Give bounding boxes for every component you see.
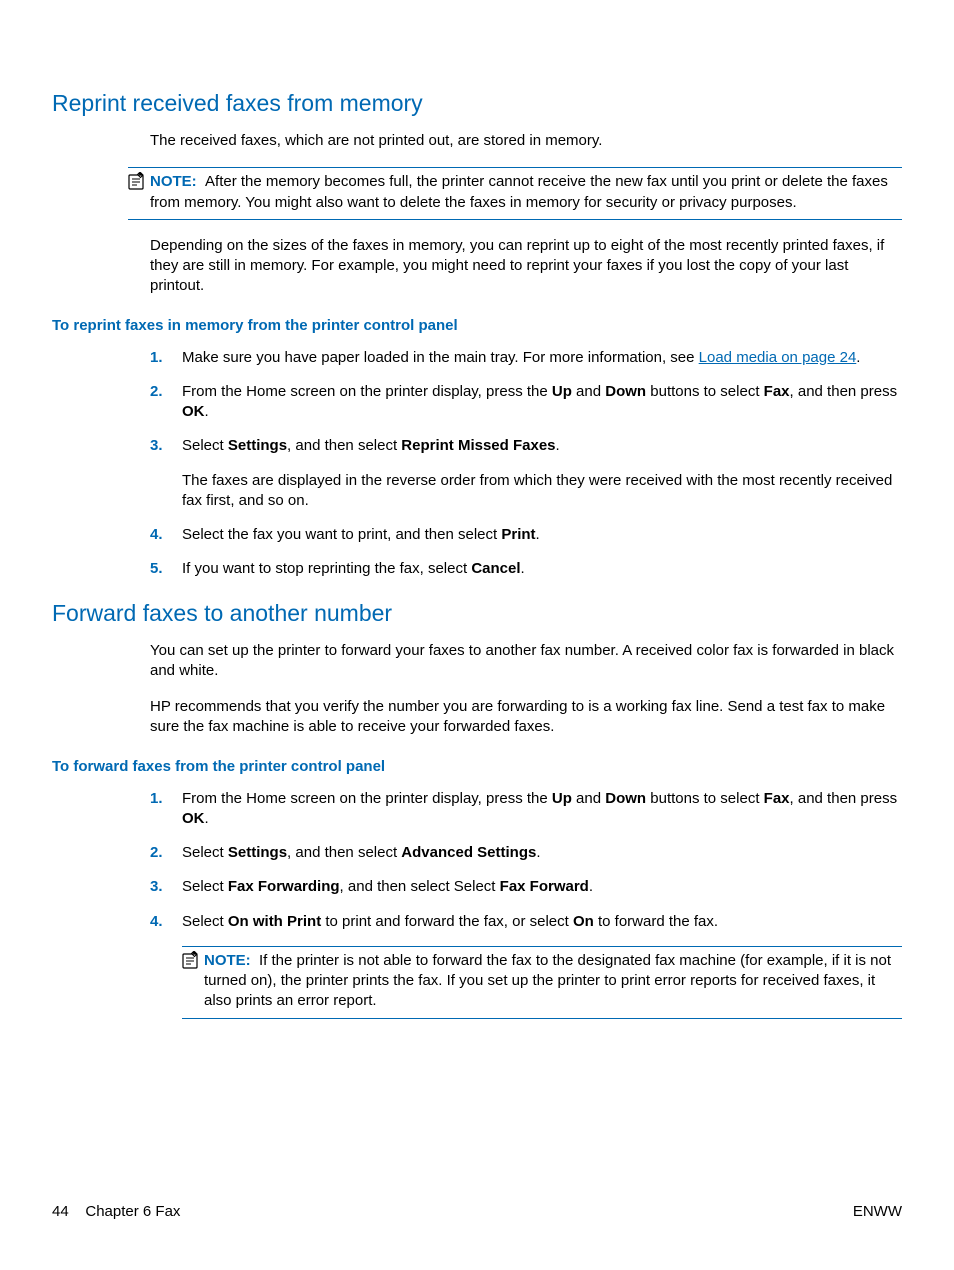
note-icon (182, 951, 200, 969)
subheading-forward: To forward faxes from the printer contro… (52, 758, 902, 775)
subheading-reprint: To reprint faxes in memory from the prin… (52, 317, 902, 334)
note-block-1: NOTE: After the memory becomes full, the… (128, 167, 902, 220)
note-label: NOTE: (204, 952, 251, 969)
heading-reprint: Reprint received faxes from memory (52, 90, 902, 117)
note-text: If the printer is not able to forward th… (204, 952, 891, 1010)
para-intro-1: The received faxes, which are not printe… (52, 131, 902, 151)
para-fwd-2: HP recommends that you verify the number… (52, 697, 902, 738)
step-3: 3. Select Settings, and then select Repr… (52, 436, 902, 511)
document-page: Reprint received faxes from memory The r… (0, 0, 954, 1270)
step-number: 5. (150, 559, 163, 579)
step-3: 3. Select Fax Forwarding, and then selec… (52, 877, 902, 897)
link-load-media[interactable]: Load media on page 24 (699, 349, 857, 366)
note-icon (128, 172, 146, 190)
note-label: NOTE: (150, 173, 197, 190)
step-number: 2. (150, 382, 163, 402)
step-4: 4. Select On with Print to print and for… (52, 912, 902, 1019)
step-5: 5. If you want to stop reprinting the fa… (52, 559, 902, 579)
step-1: 1. Make sure you have paper loaded in th… (52, 348, 902, 368)
heading-forward: Forward faxes to another number (52, 600, 902, 627)
chapter-label: Chapter 6 Fax (85, 1203, 180, 1220)
step-2: 2. Select Settings, and then select Adva… (52, 843, 902, 863)
page-number: 44 (52, 1203, 69, 1220)
step-number: 3. (150, 877, 163, 897)
steps-list-2: 1. From the Home screen on the printer d… (52, 789, 902, 1019)
step-number: 2. (150, 843, 163, 863)
note-block-2: NOTE: If the printer is not able to forw… (182, 946, 902, 1019)
step-number: 4. (150, 525, 163, 545)
step-2: 2. From the Home screen on the printer d… (52, 382, 902, 423)
page-footer: 44 Chapter 6 Fax ENWW (52, 1203, 902, 1220)
footer-right: ENWW (853, 1203, 902, 1220)
step-number: 3. (150, 436, 163, 456)
step-4: 4. Select the fax you want to print, and… (52, 525, 902, 545)
step-number: 4. (150, 912, 163, 932)
para-2: Depending on the sizes of the faxes in m… (52, 236, 902, 297)
note-text: After the memory becomes full, the print… (150, 173, 888, 210)
step-number: 1. (150, 789, 163, 809)
steps-list-1: 1. Make sure you have paper loaded in th… (52, 348, 902, 580)
para-fwd-intro: You can set up the printer to forward yo… (52, 641, 902, 682)
step-3-sub: The faxes are displayed in the reverse o… (182, 471, 902, 512)
step-1: 1. From the Home screen on the printer d… (52, 789, 902, 830)
step-number: 1. (150, 348, 163, 368)
